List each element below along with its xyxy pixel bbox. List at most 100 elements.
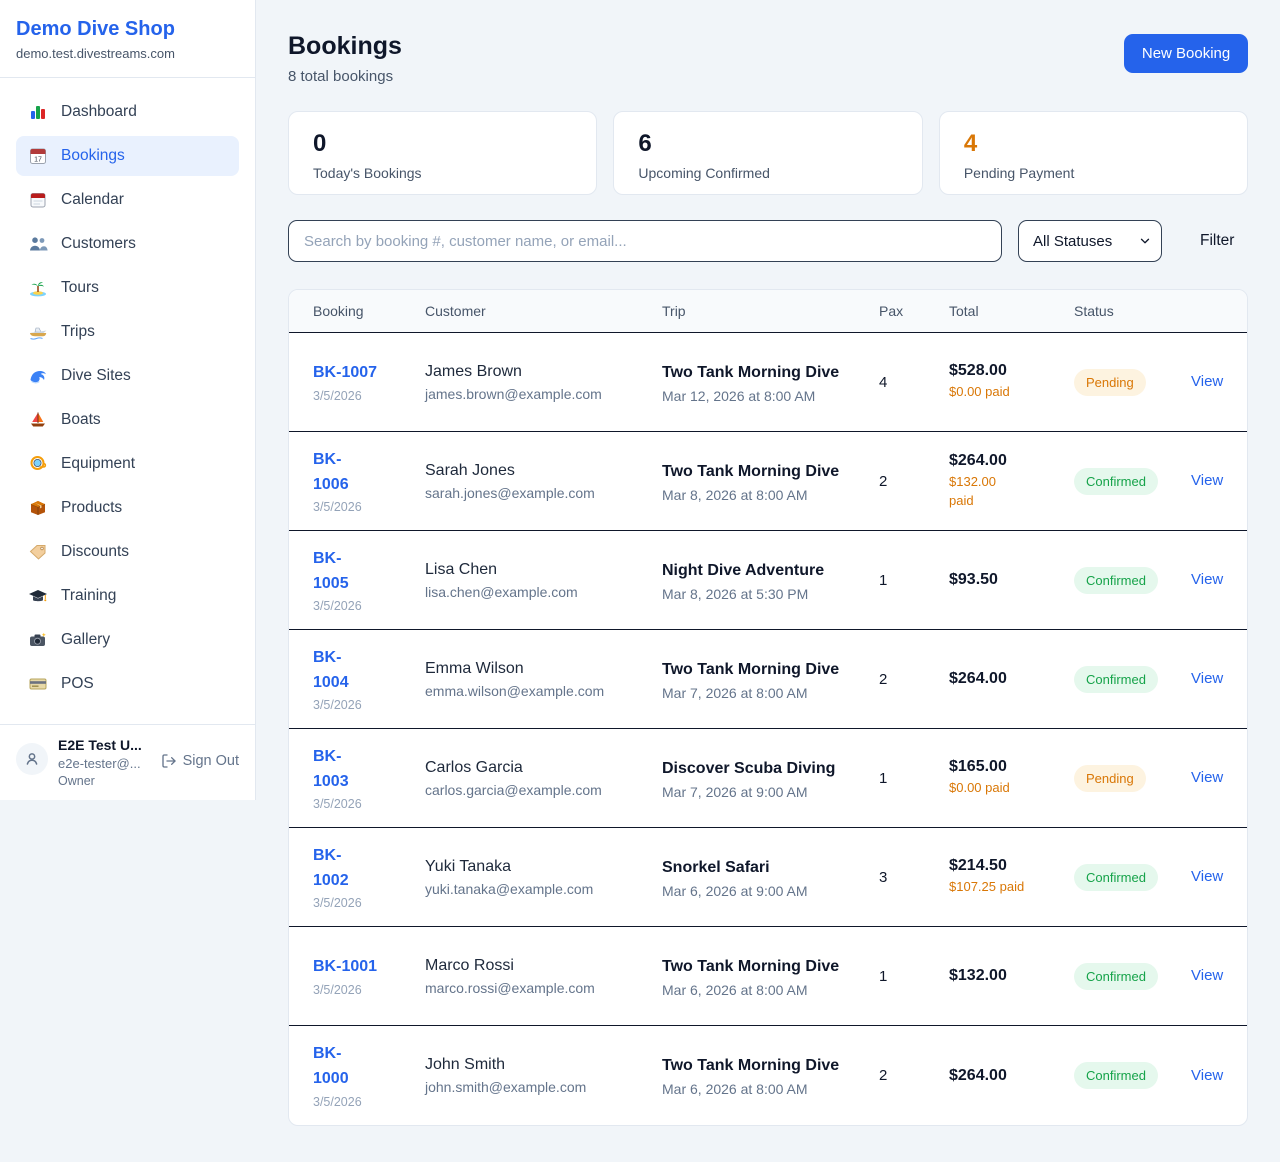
sidebar-item-label: Training [61,587,116,605]
booking-number-link[interactable]: BK- 1005 [313,547,425,597]
customer-email: james.brown@example.com [425,386,662,402]
sidebar-item-customers[interactable]: Customers [16,224,239,264]
stats-row: 0Today's Bookings6Upcoming Confirmed4Pen… [288,111,1248,195]
stat-label: Upcoming Confirmed [638,165,897,181]
trip-time: Mar 6, 2026 at 9:00 AM [662,883,857,899]
sidebar-item-pos[interactable]: POS [16,664,239,704]
sidebar-item-calendar[interactable]: Calendar [16,180,239,220]
sidebar-item-dive-sites[interactable]: Dive Sites [16,356,239,396]
pax-count: 2 [879,1067,949,1084]
sidebar-item-trips[interactable]: Trips [16,312,239,352]
status-badge: Confirmed [1074,1062,1158,1089]
bar-chart-icon [28,102,48,122]
trip-time: Mar 8, 2026 at 8:00 AM [662,487,857,503]
sidebar-item-label: Equipment [61,455,135,473]
sidebar-item-label: Dashboard [61,103,137,121]
view-link[interactable]: View [1191,769,1223,786]
sidebar-user-panel: E2E Test U... e2e-tester@... Owner Sign … [0,724,255,800]
island-icon [28,278,48,298]
diving-mask-icon [28,454,48,474]
customer-name: Emma Wilson [425,660,662,678]
sidebar-item-discounts[interactable]: Discounts [16,532,239,572]
total-amount: $264.00 [949,670,1074,688]
booking-number-link[interactable]: BK- 1003 [313,745,425,795]
customer-name: Carlos Garcia [425,759,662,777]
customers-icon [28,234,48,254]
graduation-cap-icon [28,586,48,606]
view-link[interactable]: View [1191,868,1223,885]
booking-number-link[interactable]: BK- 1002 [313,844,425,894]
view-link[interactable]: View [1191,967,1223,984]
sailboat-icon [28,410,48,430]
status-select-wrap: All Statuses [1018,220,1162,262]
user-email: e2e-tester@... [58,756,151,771]
trip-name: Two Tank Morning Dive [662,658,857,682]
sidebar-item-products[interactable]: Products [16,488,239,528]
sidebar-header: Demo Dive Shop demo.test.divestreams.com [0,0,255,78]
column-header-status: Status [1074,303,1191,319]
trip-name: Two Tank Morning Dive [662,955,857,979]
sidebar-item-label: Calendar [61,191,124,209]
booking-row: BK- 10003/5/2026John Smithjohn.smith@exa… [289,1026,1247,1125]
booking-row: BK-10013/5/2026Marco Rossimarco.rossi@ex… [289,927,1247,1026]
booking-date: 3/5/2026 [313,698,425,712]
status-badge: Confirmed [1074,864,1158,891]
trip-time: Mar 6, 2026 at 8:00 AM [662,1081,857,1097]
main-content: Bookings 8 total bookings New Booking 0T… [256,0,1280,1162]
sidebar-item-dashboard[interactable]: Dashboard [16,92,239,132]
sidebar-item-gallery[interactable]: Gallery [16,620,239,660]
column-header-total: Total [949,303,1074,319]
view-link[interactable]: View [1191,472,1223,489]
camera-icon [28,630,48,650]
sidebar-item-label: Gallery [61,631,110,649]
status-badge: Confirmed [1074,963,1158,990]
user-meta: E2E Test U... e2e-tester@... Owner [58,737,151,788]
booking-number-link[interactable]: BK-1001 [313,955,425,980]
status-badge: Confirmed [1074,567,1158,594]
sidebar-item-label: Discounts [61,543,129,561]
trip-name: Two Tank Morning Dive [662,1054,857,1078]
sidebar-item-bookings[interactable]: 17 Bookings [16,136,239,176]
sidebar-item-training[interactable]: Training [16,576,239,616]
pax-count: 2 [879,671,949,688]
search-input[interactable] [288,220,1002,262]
new-booking-button[interactable]: New Booking [1124,34,1248,73]
status-select[interactable]: All Statuses [1018,220,1162,262]
booking-date: 3/5/2026 [313,389,425,403]
customer-email: john.smith@example.com [425,1079,662,1095]
view-link[interactable]: View [1191,571,1223,588]
pax-count: 3 [879,869,949,886]
bookings-table: BookingCustomerTripPaxTotalStatus BK-100… [288,289,1248,1126]
stat-label: Pending Payment [964,165,1223,181]
sidebar-item-tours[interactable]: Tours [16,268,239,308]
stat-value: 6 [638,130,897,158]
shop-domain: demo.test.divestreams.com [16,46,239,61]
trip-name: Two Tank Morning Dive [662,460,857,484]
pax-count: 1 [879,572,949,589]
sidebar-item-boats[interactable]: Boats [16,400,239,440]
svg-text:17: 17 [34,157,42,164]
filter-button[interactable]: Filter [1194,231,1240,251]
customer-name: Sarah Jones [425,462,662,480]
sign-out-label: Sign Out [183,753,239,769]
booking-number-link[interactable]: BK- 1000 [313,1042,425,1092]
booking-date: 3/5/2026 [313,599,425,613]
booking-number-link[interactable]: BK- 1006 [313,448,425,498]
booking-row: BK- 10063/5/2026Sarah Jonessarah.jones@e… [289,432,1247,531]
paid-amount: $0.00 paid [949,779,1074,797]
sidebar-nav: Dashboard 17 Bookings Calendar Customers Tour… [0,78,255,724]
view-link[interactable]: View [1191,1067,1223,1084]
booking-number-link[interactable]: BK- 1004 [313,646,425,696]
customer-email: carlos.garcia@example.com [425,782,662,798]
view-link[interactable]: View [1191,670,1223,687]
package-icon [28,498,48,518]
pax-count: 1 [879,968,949,985]
status-badge: Pending [1074,765,1146,792]
sidebar-item-label: Bookings [61,147,125,165]
booking-number-link[interactable]: BK-1007 [313,361,425,386]
view-link[interactable]: View [1191,373,1223,390]
sidebar-item-label: Tours [61,279,99,297]
sidebar-item-equipment[interactable]: Equipment [16,444,239,484]
paid-amount: $132.00 paid [949,473,1074,509]
sign-out-button[interactable]: Sign Out [161,753,239,769]
